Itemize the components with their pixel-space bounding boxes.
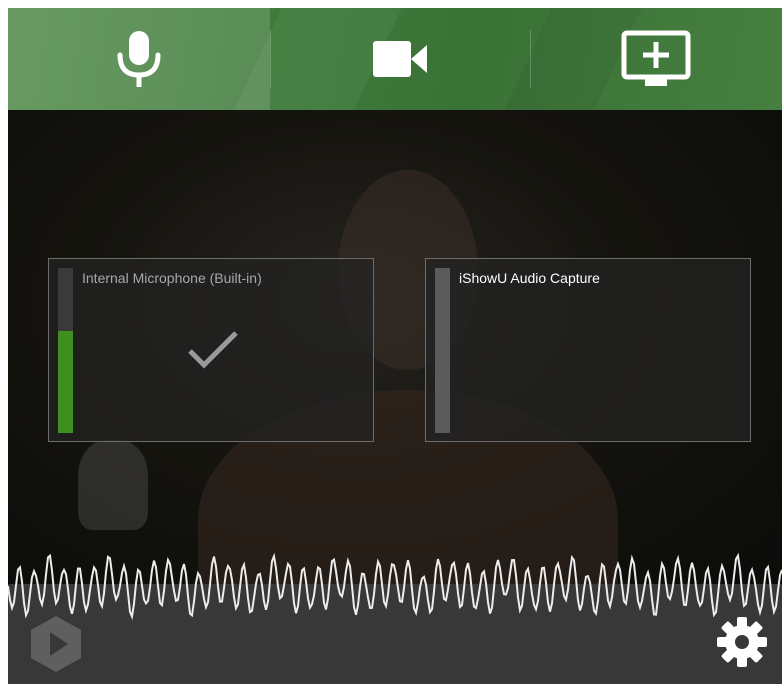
source-card-internal-microphone[interactable]: Internal Microphone (Built-in) (48, 258, 374, 442)
microphone-icon (117, 31, 161, 87)
gear-icon[interactable] (716, 616, 768, 668)
video-camera-icon (373, 41, 427, 77)
source-label: iShowU Audio Capture (459, 270, 600, 286)
tab-screen[interactable] (530, 8, 782, 110)
app-logo-icon[interactable] (28, 614, 84, 674)
screen-add-icon (621, 30, 691, 86)
camera-preview: Internal Microphone (Built-in) iShowU Au… (8, 110, 782, 584)
tab-microphone[interactable] (8, 8, 270, 110)
recorder-window: Internal Microphone (Built-in) iShowU Au… (8, 8, 782, 684)
tab-camera[interactable] (270, 8, 530, 110)
audio-level-fill (58, 330, 73, 433)
source-label: Internal Microphone (Built-in) (82, 270, 262, 286)
source-tab-bar (8, 8, 782, 110)
preview-backdrop-figurine (78, 440, 148, 530)
audio-waveform (8, 552, 782, 621)
source-card-ishowu-audio-capture[interactable]: iShowU Audio Capture (425, 258, 751, 442)
audio-level-meter (435, 268, 450, 433)
checkmark-icon (188, 331, 238, 369)
audio-level-meter (58, 268, 73, 433)
